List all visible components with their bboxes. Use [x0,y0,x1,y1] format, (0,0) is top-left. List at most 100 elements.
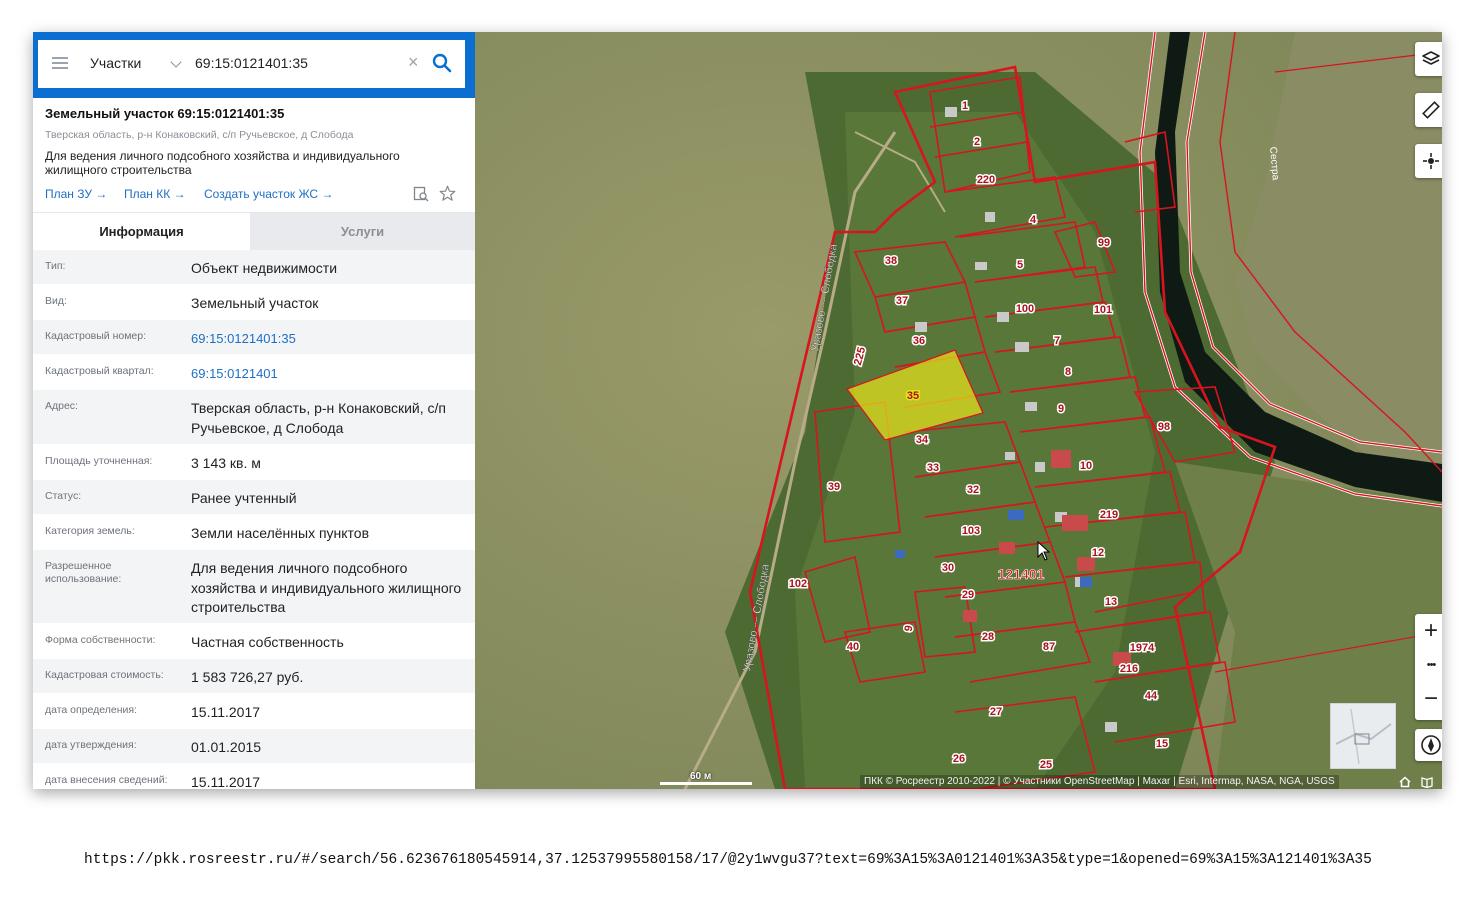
plot-number: 39 [828,481,840,493]
locate-icon [1423,153,1439,169]
plot-number: 100 [1016,303,1034,315]
info-label: Тип: [45,260,66,272]
plot-number: 2 [974,136,980,148]
info-row-cadastral-value: Кадастровая стоимость: 1 583 726,27 руб. [33,659,475,694]
plot-number: 27 [990,706,1002,718]
quarter-label: 121401 [998,566,1045,582]
info-label: Кадастровый номер: [45,330,147,342]
plot-number: 13 [1105,596,1117,608]
info-label: Кадастровая стоимость: [45,669,164,681]
info-label: Кадастровый квартал: [45,365,154,377]
info-value: Частная собственность [191,634,344,650]
info-table: Тип: Объект недвижимости Вид: Земельный … [33,250,475,789]
tab-services[interactable]: Услуги [250,213,475,251]
info-value: Для ведения личного подсобного хозяйства… [191,560,462,615]
map-view[interactable]: Уразово — Слободка Уразово — Слободка Се… [475,32,1442,789]
map-attribution: ПКК © Росреестр 2010-2022 | © Участники … [860,775,1339,789]
map-scale: 60 м [660,771,752,787]
satellite-map[interactable]: Уразово — Слободка Уразово — Слободка Се… [475,32,1442,789]
plot-number: 1 [962,100,968,112]
info-value: Тверская область, р-н Конаковский, с/п Р… [191,400,446,436]
tab-information[interactable]: Информация [33,213,250,251]
info-value: 15.11.2017 [191,704,261,720]
plot-number: 36 [913,335,925,347]
plan-kk-link-label: План КК [124,187,171,201]
create-plot-link[interactable]: Создать участок ЖС → [204,187,333,201]
info-label: Площадь уточненная: [45,455,153,467]
category-select[interactable]: Участки [90,55,141,71]
create-plot-link-label: Создать участок ЖС [204,187,319,201]
search-box: Участки 69:15:0121401:35 × [38,40,465,88]
arrow-right-icon: → [173,187,186,201]
info-value: Ранее учтенный [191,490,297,506]
plot-number: 98 [1158,421,1170,433]
book-icon[interactable] [1421,776,1433,788]
plot-number: 32 [967,484,979,496]
info-row-area: Площадь уточненная: 3 143 кв. м [33,445,475,480]
page-url: https://pkk.rosreestr.ru/#/search/56.623… [84,852,1372,868]
minimap[interactable] [1330,703,1396,769]
object-purpose: Для ведения личного подсобного хозяйства… [45,149,400,177]
info-panel: Участки 69:15:0121401:35 × Земельный уча… [33,32,475,789]
plot-number: 101 [1094,304,1112,316]
info-value: 1 583 726,27 руб. [191,669,304,685]
info-label: Адрес: [45,400,78,412]
star-icon[interactable] [439,185,456,202]
compass-button[interactable] [1415,729,1442,761]
screenshot-frame: Участки 69:15:0121401:35 × Земельный уча… [33,32,1442,789]
info-label: Форма собственности: [45,634,156,646]
zoom-out-button[interactable]: − [1415,682,1442,716]
info-value: 01.01.2015 [191,739,262,755]
info-row-kind: Вид: Земельный участок [33,285,475,320]
info-row-date-entered: дата внесения сведений: 15.11.2017 [33,764,475,789]
plot-number: 33 [927,462,939,474]
arrow-right-icon: → [321,187,334,201]
menu-icon[interactable] [52,57,68,59]
plot-number: 26 [953,753,965,765]
plot-number: 9 [1058,403,1064,415]
info-row-ownership: Форма собственности: Частная собственнос… [33,624,475,659]
plot-number: 220 [977,174,995,186]
info-row-date-approved: дата утверждения: 01.01.2015 [33,729,475,764]
zoom-more-button[interactable]: ••• [1415,648,1442,682]
plot-number: 40 [847,641,859,653]
chevron-down-icon[interactable] [170,56,182,68]
plan-kk-link[interactable]: План КК → [124,187,186,201]
info-label: дата определения: [45,704,138,716]
plan-zu-link-label: План ЗУ [45,187,92,201]
plot-number: 4 [1030,214,1037,226]
layers-icon [1422,51,1440,65]
zoom-controls: + ••• − [1415,614,1442,720]
layers-button[interactable] [1415,42,1442,76]
zoom-in-button[interactable]: + [1415,614,1442,648]
info-value: Земельный участок [191,295,319,311]
plot-number: 25 [1040,759,1052,771]
plot-number: 29 [962,589,974,601]
close-icon[interactable]: × [408,52,419,73]
plot-number: 37 [896,295,908,307]
plot-number: 15 [1156,738,1168,750]
ruler-button[interactable] [1415,93,1442,127]
info-label: Категория земель: [45,525,135,537]
plot-number: 87 [1043,641,1055,653]
info-label: Статус: [45,490,82,502]
search-icon[interactable] [432,53,452,73]
info-value: Земли населённых пунктов [191,525,370,541]
home-icon[interactable] [1399,776,1411,788]
info-row-address: Адрес: Тверская область, р-н Конаковский… [33,390,475,445]
plot-number: 219 [1100,509,1118,521]
info-label: дата внесения сведений: [45,774,168,786]
plan-zu-link[interactable]: План ЗУ → [45,187,107,201]
search-input[interactable]: 69:15:0121401:35 [195,55,308,71]
plot-number: 102 [789,578,807,590]
info-row-cadastral-number: Кадастровый номер: 69:15:0121401:35 [33,320,475,355]
plot-number: 5 [1017,259,1023,271]
locate-button[interactable] [1415,144,1442,178]
info-row-permitted-use: Разрешенное использование: Для ведения л… [33,550,475,624]
document-search-icon[interactable] [413,186,429,202]
compass-icon [1421,735,1441,755]
cadastral-number-link[interactable]: 69:15:0121401:35 [191,329,466,349]
mouse-cursor-icon [1037,541,1051,561]
cadastral-quarter-link[interactable]: 69:15:0121401 [191,364,466,384]
plot-number: 44 [1145,690,1158,702]
